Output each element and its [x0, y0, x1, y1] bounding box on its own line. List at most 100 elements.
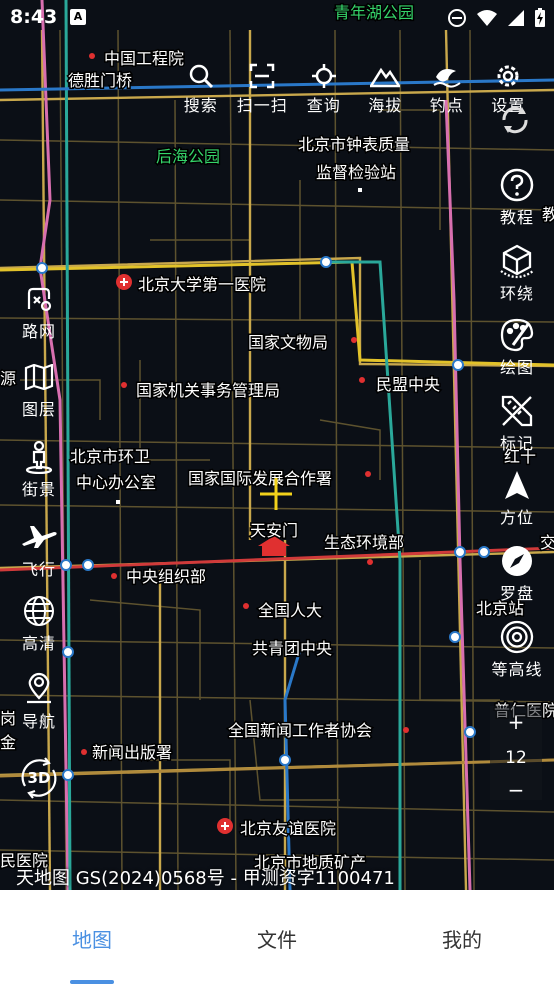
contour-button[interactable]: 等高线	[486, 618, 548, 680]
cube-icon	[486, 242, 548, 280]
map-label: 中央组织部	[126, 567, 206, 586]
app-root: 中国工程院 德胜门桥 青年湖公园 后海公园 北京市钟表质量 监督检验站 北京大学…	[0, 0, 554, 984]
street-view-button[interactable]: 街景	[8, 438, 70, 500]
3d-button[interactable]: 3D	[8, 756, 70, 800]
map-label: 后海公园	[156, 147, 220, 166]
wifi-icon	[476, 9, 498, 31]
globe-icon	[8, 592, 70, 630]
map-label: 国家机关事务管理局	[136, 381, 280, 400]
compass-icon	[486, 542, 548, 580]
battery-charging-icon	[534, 8, 546, 32]
map-label: 新闻出版署	[92, 743, 172, 762]
map-label: 北京友谊医院	[240, 819, 336, 838]
road-network-label: 路网	[21, 322, 56, 341]
scan-button[interactable]: 扫一扫	[232, 62, 294, 116]
gear-icon	[478, 62, 540, 90]
zoom-in-button[interactable]: +	[490, 710, 542, 734]
search-icon	[170, 62, 232, 90]
status-icons	[447, 8, 546, 32]
map-label: 北京市环卫	[70, 447, 150, 466]
map-label: 北京大学第一医院	[138, 275, 266, 294]
contour-icon	[486, 618, 548, 656]
mountain-icon	[355, 62, 417, 90]
refresh-icon[interactable]	[498, 104, 532, 140]
arrow-up-icon	[486, 466, 548, 504]
search-button[interactable]: 搜索	[170, 62, 232, 116]
tab-map[interactable]: 地图	[32, 924, 152, 953]
map-canvas[interactable]: 中国工程院 德胜门桥 青年湖公园 后海公园 北京市钟表质量 监督检验站 北京大学…	[0, 0, 554, 890]
rotate-3d-icon: 3D	[8, 756, 70, 800]
fishing-spot-button[interactable]: 钓点	[416, 62, 478, 116]
map-label: 全国新闻工作者协会	[228, 721, 372, 740]
map-copyright: 天地图 GS(2024)0568号 - 甲测资字1100471	[16, 868, 395, 889]
palette-icon	[486, 316, 548, 354]
map-label: 天安门	[250, 521, 298, 540]
map-label: 民盟中央	[376, 375, 440, 394]
street-view-label: 街景	[21, 480, 56, 499]
layers-icon	[8, 358, 70, 396]
signal-icon	[507, 9, 525, 31]
status-time: 8:43	[10, 6, 58, 28]
contour-label: 等高线	[491, 660, 543, 679]
street-view-icon	[8, 438, 70, 476]
zoom-out-button[interactable]: −	[490, 778, 542, 802]
scan-label: 扫一扫	[236, 96, 288, 115]
zoom-level: 12	[505, 748, 527, 768]
3d-label: 3D	[27, 769, 51, 787]
map-label: 北京市钟表质量	[298, 135, 410, 154]
notification-a-icon: A	[70, 9, 86, 25]
direction-label: 方位	[499, 508, 534, 527]
bottom-nav: 地图 文件 我的	[0, 890, 554, 984]
altitude-label: 海拔	[368, 96, 403, 115]
tab-files[interactable]: 文件	[217, 924, 337, 953]
active-tab-indicator	[70, 980, 114, 984]
tutorial-label: 教程	[499, 208, 534, 227]
fishing-icon	[416, 62, 478, 90]
query-label: 查询	[306, 96, 341, 115]
map-crosshair	[260, 478, 292, 510]
map-label: 全国人大	[258, 601, 322, 620]
layers-button[interactable]: 图层	[8, 358, 70, 420]
orbit-label: 环绕	[499, 284, 534, 303]
compass-label: 罗盘	[499, 584, 534, 603]
road-network-icon	[8, 280, 70, 318]
map-label: 生态环境部	[324, 533, 404, 552]
ruler-pencil-icon	[486, 392, 548, 430]
tab-mine[interactable]: 我的	[402, 924, 522, 953]
map-label: 监督检验站	[316, 163, 396, 182]
map-label: 共青团中央	[252, 639, 332, 658]
draw-button[interactable]: 绘图	[486, 316, 548, 378]
hd-button[interactable]: 高清	[8, 592, 70, 654]
map-label: 金	[0, 733, 16, 752]
map-label: 国家文物局	[248, 333, 328, 352]
hd-label: 高清	[21, 634, 56, 653]
map-label: 中心办公室	[76, 473, 156, 492]
mark-label: 标记	[499, 434, 534, 453]
query-button[interactable]: 查询	[293, 62, 355, 116]
navigation-button[interactable]: 导航	[8, 670, 70, 732]
locate-query-icon	[293, 62, 355, 90]
zoom-control: + 12 −	[490, 706, 542, 802]
mark-button[interactable]: 标记	[486, 392, 548, 454]
navigation-label: 导航	[21, 712, 56, 731]
orbit-button[interactable]: 环绕	[486, 242, 548, 304]
road-network-button[interactable]: 路网	[8, 280, 70, 342]
airplane-icon	[8, 518, 70, 556]
fishing-label: 钓点	[429, 96, 464, 115]
map-label: 德胜门桥	[68, 71, 132, 90]
search-label: 搜索	[183, 96, 218, 115]
direction-button[interactable]: 方位	[486, 466, 548, 528]
help-icon	[486, 166, 548, 204]
draw-label: 绘图	[499, 358, 534, 377]
tutorial-button[interactable]: 教程	[486, 166, 548, 228]
compass-button[interactable]: 罗盘	[486, 542, 548, 604]
flight-label: 飞行	[21, 560, 56, 579]
flight-button[interactable]: 飞行	[8, 518, 70, 580]
top-toolbar: 搜索 扫一扫 查询 海拔 钓点 设置	[170, 62, 554, 116]
navigation-pin-icon	[8, 670, 70, 708]
altitude-button[interactable]: 海拔	[355, 62, 417, 116]
layers-label: 图层	[21, 400, 56, 419]
scan-icon	[232, 62, 294, 90]
status-bar: 8:43 A	[0, 0, 554, 36]
do-not-disturb-icon	[447, 8, 467, 32]
